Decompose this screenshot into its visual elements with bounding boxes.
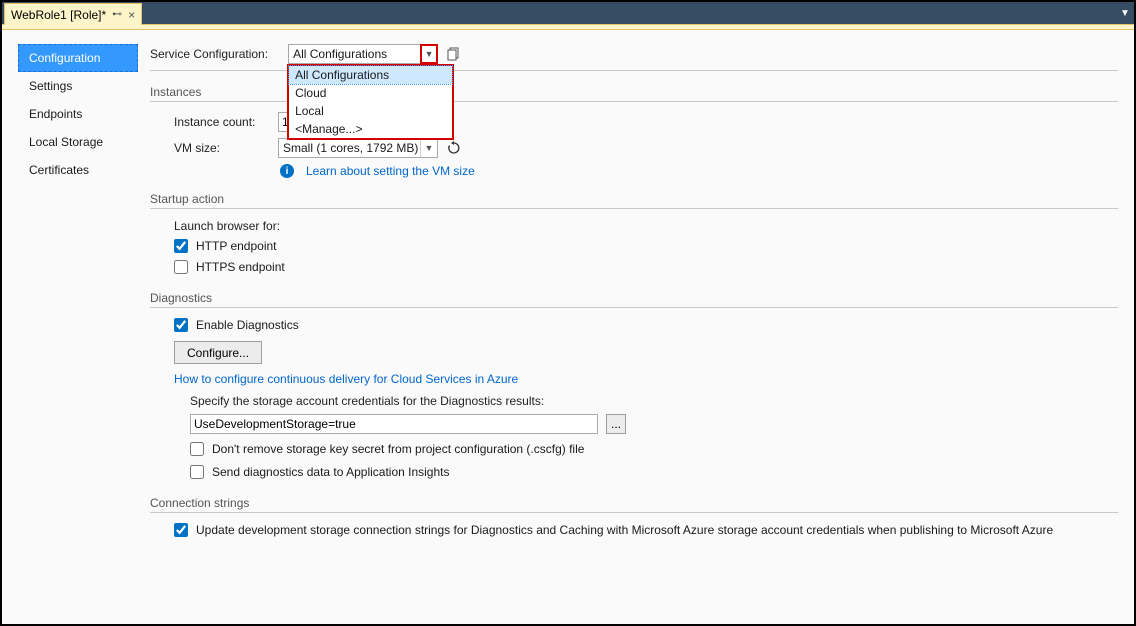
section-title-connection-strings: Connection strings bbox=[150, 496, 1118, 510]
http-endpoint-checkbox-label: HTTP endpoint bbox=[196, 239, 277, 253]
browse-storage-button[interactable]: ... bbox=[606, 414, 626, 434]
nav-item-endpoints[interactable]: Endpoints bbox=[18, 100, 138, 128]
service-configuration-dropdown[interactable]: All Configurations ▼ bbox=[288, 44, 438, 64]
dont-remove-key-checkbox[interactable]: Don't remove storage key secret from pro… bbox=[190, 442, 584, 456]
https-endpoint-checkbox-label: HTTPS endpoint bbox=[196, 260, 285, 274]
https-endpoint-checkbox[interactable]: HTTPS endpoint bbox=[174, 260, 285, 274]
vm-size-label: VM size: bbox=[174, 141, 270, 155]
enable-diagnostics-checkbox-input[interactable] bbox=[174, 318, 188, 332]
configure-diagnostics-button[interactable]: Configure... bbox=[174, 341, 262, 364]
dont-remove-key-checkbox-input[interactable] bbox=[190, 442, 204, 456]
info-icon: i bbox=[280, 164, 294, 178]
send-app-insights-checkbox[interactable]: Send diagnostics data to Application Ins… bbox=[190, 465, 450, 479]
vm-size-dropdown[interactable]: Small (1 cores, 1792 MB) ▼ bbox=[278, 138, 438, 158]
nav-item-configuration[interactable]: Configuration bbox=[18, 44, 138, 72]
document-tab-title: WebRole1 [Role]* bbox=[11, 8, 106, 22]
section-title-startup: Startup action bbox=[150, 192, 1118, 206]
service-configuration-label: Service Configuration: bbox=[150, 47, 268, 61]
send-app-insights-checkbox-label: Send diagnostics data to Application Ins… bbox=[212, 465, 450, 479]
nav-item-settings[interactable]: Settings bbox=[18, 72, 138, 100]
chevron-down-icon[interactable]: ▼ bbox=[420, 44, 438, 64]
http-endpoint-checkbox[interactable]: HTTP endpoint bbox=[174, 239, 277, 253]
send-app-insights-checkbox-input[interactable] bbox=[190, 465, 204, 479]
specify-storage-label: Specify the storage account credentials … bbox=[190, 394, 544, 408]
tab-overflow-dropdown-icon[interactable]: ▼ bbox=[1116, 2, 1134, 24]
document-tab-webrole[interactable]: WebRole1 [Role]* ⊷ × bbox=[4, 3, 142, 25]
update-connection-strings-checkbox-label: Update development storage connection st… bbox=[196, 523, 1053, 537]
service-configuration-selected: All Configurations bbox=[289, 47, 420, 61]
service-config-option-cloud[interactable]: Cloud bbox=[289, 84, 452, 102]
howto-continuous-delivery-link[interactable]: How to configure continuous delivery for… bbox=[174, 372, 518, 386]
launch-browser-for-label: Launch browser for: bbox=[174, 219, 280, 233]
vm-size-selected: Small (1 cores, 1792 MB) bbox=[279, 141, 420, 155]
https-endpoint-checkbox-input[interactable] bbox=[174, 260, 188, 274]
refresh-icon[interactable] bbox=[446, 140, 462, 156]
enable-diagnostics-checkbox-label: Enable Diagnostics bbox=[196, 318, 299, 332]
document-tabstrip: WebRole1 [Role]* ⊷ × ▼ bbox=[2, 2, 1134, 25]
nav-item-local-storage[interactable]: Local Storage bbox=[18, 128, 138, 156]
service-config-option-all[interactable]: All Configurations bbox=[289, 66, 452, 84]
learn-vm-size-link[interactable]: Learn about setting the VM size bbox=[306, 164, 475, 178]
left-nav: Configuration Settings Endpoints Local S… bbox=[18, 44, 138, 614]
dont-remove-key-checkbox-label: Don't remove storage key secret from pro… bbox=[212, 442, 584, 456]
section-title-diagnostics: Diagnostics bbox=[150, 291, 1118, 305]
http-endpoint-checkbox-input[interactable] bbox=[174, 239, 188, 253]
nav-item-certificates[interactable]: Certificates bbox=[18, 156, 138, 184]
enable-diagnostics-checkbox[interactable]: Enable Diagnostics bbox=[174, 318, 299, 332]
copy-config-icon[interactable] bbox=[446, 46, 462, 62]
close-icon[interactable]: × bbox=[128, 8, 135, 22]
diagnostics-storage-input[interactable] bbox=[190, 414, 598, 434]
chevron-down-icon[interactable]: ▼ bbox=[420, 139, 437, 157]
service-config-option-manage[interactable]: <Manage...> bbox=[289, 120, 452, 138]
update-connection-strings-checkbox[interactable]: Update development storage connection st… bbox=[174, 523, 1053, 537]
pin-icon[interactable]: ⊷ bbox=[112, 9, 122, 20]
instance-count-label: Instance count: bbox=[174, 115, 270, 129]
service-config-option-local[interactable]: Local bbox=[289, 102, 452, 120]
update-connection-strings-checkbox-input[interactable] bbox=[174, 523, 188, 537]
service-configuration-dropdown-list: All Configurations Cloud Local <Manage..… bbox=[287, 64, 454, 140]
